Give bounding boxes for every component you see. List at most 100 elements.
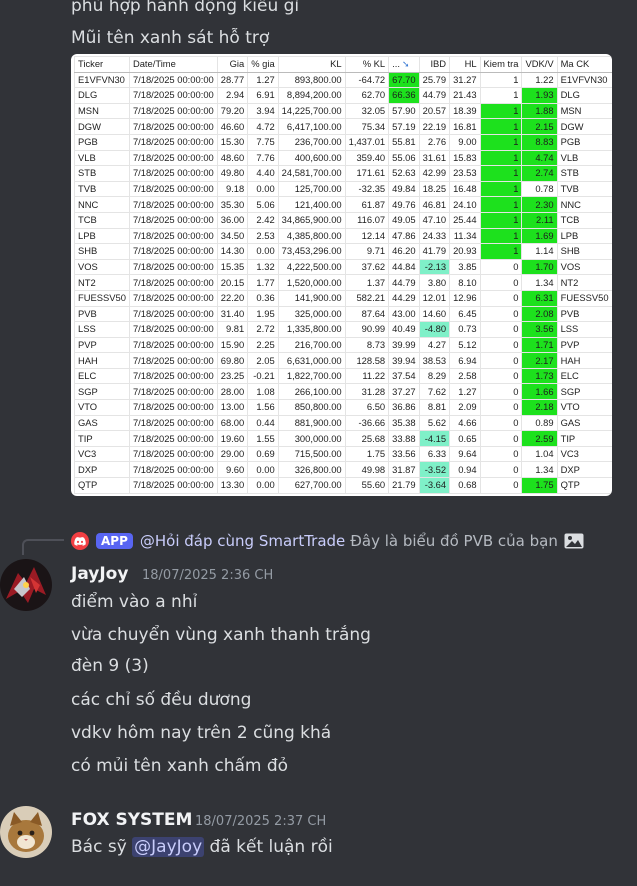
cell-kl: 715,500.00 (277, 445, 346, 463)
cell-gia: 36.00 (216, 211, 249, 229)
cell-kiem-tra: 1 (479, 227, 523, 245)
cell-ibd: 8.81 (418, 399, 451, 416)
cell-rs: 33.88 (388, 430, 420, 447)
cell-pct-gia: 2.72 (247, 321, 279, 338)
cell-rs: 33.56 (388, 445, 420, 463)
cell-pct-kl: 582.21 (344, 289, 390, 307)
cell-kl: 1,520,000.00 (277, 274, 346, 291)
cell-rs: 37.27 (388, 383, 420, 401)
user-mention[interactable]: @JayJoy (132, 837, 205, 857)
cell-rs: 55.81 (388, 133, 420, 151)
cell-ibd: 47.10 (418, 211, 451, 229)
avatar-jayjoy[interactable] (0, 559, 52, 611)
cell-pct-kl: 32.05 (344, 102, 390, 120)
cell-hl: 31.27 (449, 71, 481, 89)
cell-datetime: 7/18/2025 00:00:00 (128, 102, 218, 120)
cell-kiem-tra: 0 (479, 336, 523, 354)
avatar-fox-system[interactable] (0, 806, 52, 858)
cell-pct-gia: 4.40 (247, 165, 279, 182)
cell-ma-ck: TCB (556, 211, 612, 229)
col-hl: HL (449, 56, 481, 73)
cell-kl: 8,894,200.00 (277, 87, 346, 104)
cell-ibd: 31.61 (418, 149, 451, 167)
cell-pct-kl: 25.68 (344, 430, 390, 447)
cell-vdkv: 1.22 (521, 71, 558, 89)
cell-ticker: NNC (74, 196, 130, 213)
reply-mention[interactable]: @Hỏi đáp cùng SmartTrade (140, 532, 345, 550)
cell-pct-gia: 1.95 (247, 305, 279, 323)
reply-reference[interactable]: APP @Hỏi đáp cùng SmartTrade Đây là biểu… (71, 528, 584, 554)
cell-rs: 49.05 (388, 211, 420, 229)
cell-ticker: QTP (74, 477, 130, 494)
table-header-row: Ticker Date/Time Gia % gia KL % KL ... ➘ … (74, 56, 612, 73)
cell-vdkv: 2.11 (521, 211, 558, 229)
cell-hl: 0.68 (449, 477, 481, 494)
cell-pct-gia: 1.55 (247, 430, 279, 447)
cell-datetime: 7/18/2025 00:00:00 (128, 227, 218, 245)
cell-datetime: 7/18/2025 00:00:00 (128, 289, 218, 307)
cell-rs: 35.38 (388, 414, 420, 432)
cell-hl: 20.93 (449, 243, 481, 260)
cell-hl: 15.83 (449, 149, 481, 167)
cell-rs: 55.06 (388, 149, 420, 167)
col-ma-ck: Ma CK (556, 56, 612, 73)
cell-datetime: 7/18/2025 00:00:00 (128, 180, 218, 198)
cell-rs: 21.79 (388, 477, 420, 494)
cell-ma-ck: SHB (556, 243, 612, 260)
cell-vdkv: 2.15 (521, 118, 558, 135)
cell-gia: 2.94 (216, 87, 249, 104)
cell-pct-kl: -32.35 (344, 180, 390, 198)
cell-datetime: 7/18/2025 00:00:00 (128, 461, 218, 479)
cell-ticker: PVP (74, 336, 130, 354)
cell-vdkv: 1.88 (521, 102, 558, 120)
cell-rs: 52.63 (388, 165, 420, 182)
table-row: ELC 7/18/2025 00:00:00 23.25 -0.21 1,822,700… (74, 367, 612, 385)
cell-datetime: 7/18/2025 00:00:00 (128, 367, 218, 385)
cell-ma-ck: TVB (556, 180, 612, 198)
message-text: Bác sỹ (71, 837, 127, 857)
cell-datetime: 7/18/2025 00:00:00 (128, 258, 218, 276)
cell-rs: 57.90 (388, 102, 420, 120)
cell-kiem-tra: 0 (479, 383, 523, 401)
cell-ma-ck: PGB (556, 133, 612, 151)
cell-ma-ck: LPB (556, 227, 612, 245)
cell-ma-ck: DGW (556, 118, 612, 135)
cell-kiem-tra: 1 (479, 165, 523, 182)
cell-ibd: 7.62 (418, 383, 451, 401)
cell-datetime: 7/18/2025 00:00:00 (128, 133, 218, 151)
cell-hl: 2.09 (449, 399, 481, 416)
cell-kiem-tra: 1 (479, 71, 523, 89)
col-pct-kl: % KL (344, 56, 390, 73)
message-line: Mũi tên xanh sát hỗ trợ (71, 28, 270, 48)
image-icon (564, 533, 584, 549)
cell-kl: 236,700.00 (277, 133, 346, 151)
cell-ma-ck: DLG (556, 87, 612, 104)
author-name[interactable]: FOX SYSTEM (71, 810, 192, 830)
cell-pct-gia: 1.27 (247, 71, 279, 89)
cell-vdkv: 0.78 (521, 180, 558, 198)
cell-hl: 6.94 (449, 352, 481, 369)
cell-ibd: 44.79 (418, 87, 451, 104)
screener-table-image[interactable]: Ticker Date/Time Gia % gia KL % KL ... ➘ … (71, 54, 612, 496)
cell-ma-ck: VOS (556, 258, 612, 276)
cell-hl: 25.44 (449, 211, 481, 229)
cell-kiem-tra: 0 (479, 414, 523, 432)
cell-datetime: 7/18/2025 00:00:00 (128, 305, 218, 323)
cell-rs: 44.79 (388, 274, 420, 291)
cell-ibd: 14.60 (418, 305, 451, 323)
cell-rs: 39.99 (388, 336, 420, 354)
cell-vdkv: 1.71 (521, 336, 558, 354)
cell-datetime: 7/18/2025 00:00:00 (128, 352, 218, 369)
cell-ticker: STB (74, 165, 130, 182)
cell-kl: 326,800.00 (277, 461, 346, 479)
cell-pct-gia: 7.76 (247, 149, 279, 167)
cell-kl: 121,400.00 (277, 196, 346, 213)
cell-pct-kl: 49.98 (344, 461, 390, 479)
cell-vdkv: 1.34 (521, 274, 558, 291)
cell-rs: 31.87 (388, 461, 420, 479)
cell-pct-gia: 3.94 (247, 102, 279, 120)
cell-rs: 47.86 (388, 227, 420, 245)
cell-kiem-tra: 0 (479, 352, 523, 369)
cell-ibd: -2.13 (418, 258, 451, 276)
author-name[interactable]: JayJoy (71, 564, 128, 584)
